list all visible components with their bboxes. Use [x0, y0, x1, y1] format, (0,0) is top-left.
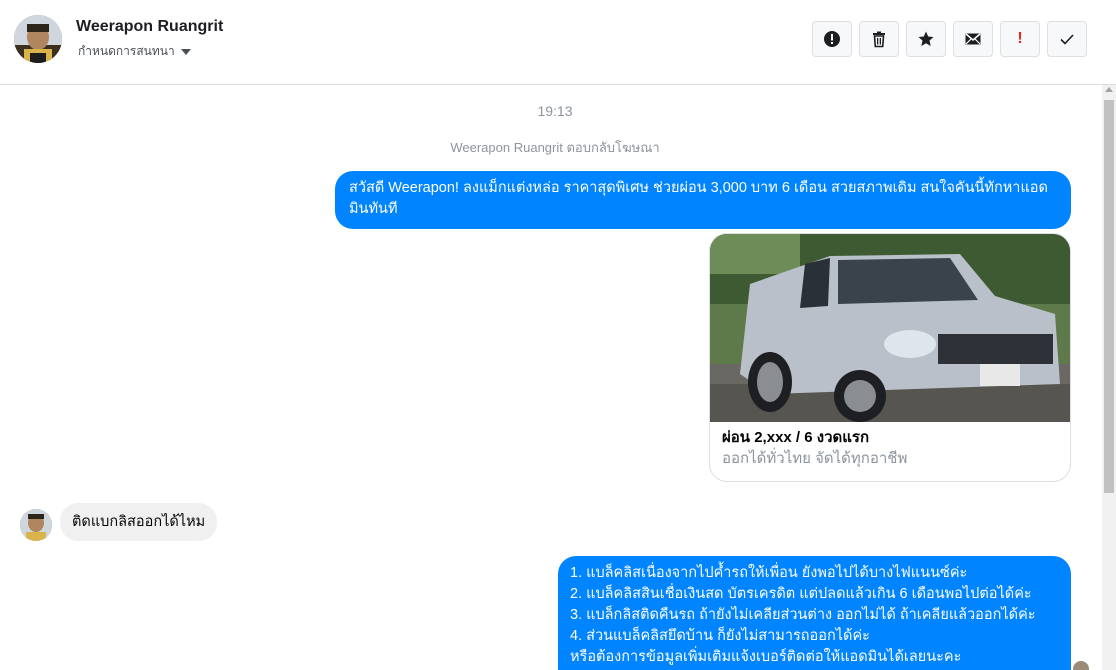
exclamation-icon: ! [1017, 30, 1023, 47]
star-icon [918, 31, 934, 46]
list-item: 3. แบล็กลิสติดคืนรถ ถ้ายังไม่เคลียส่วนต่… [570, 607, 1036, 623]
message-thread[interactable]: 19:13 Weerapon Ruangrit ตอบกลับโฆษณา สวั… [0, 85, 1102, 670]
ad-reply-notice: Weerapon Ruangrit ตอบกลับโฆษณา [450, 140, 660, 155]
contact-name[interactable]: Weerapon Ruangrit [76, 18, 223, 36]
conversation-settings-label: กำหนดการสนทนา [78, 44, 175, 58]
conversation-header: Weerapon Ruangrit กำหนดการสนทนา ! [0, 0, 1116, 85]
ad-card-subtitle: ออกได้ทั่วไทย จัดได้ทุกอาชีพ [722, 450, 908, 467]
message-timestamp: 19:13 [537, 103, 573, 119]
contact-avatar[interactable] [14, 15, 62, 63]
mark-done-button[interactable] [1047, 21, 1087, 57]
list-item: 2. แบล็คลิสสินเชื่อเงินสด บัตรเครดิต แต่… [570, 586, 1032, 602]
truck-photo [710, 234, 1070, 422]
delete-button[interactable] [859, 21, 899, 57]
trash-icon [873, 31, 885, 48]
report-button[interactable] [812, 21, 852, 57]
conversation-settings-dropdown[interactable]: กำหนดการสนทนา [78, 42, 191, 61]
outgoing-message-list[interactable]: 1. แบล็คลิสเนื่องจากไปค้ำรถให้เพื่อน ยัง… [558, 556, 1071, 670]
conversation-toolbar: ! [812, 21, 1087, 57]
read-receipt-avatar [1073, 661, 1089, 670]
incoming-message[interactable]: ติดแบกลิสออกได้ไหม [60, 503, 218, 541]
check-icon [1060, 34, 1074, 45]
outgoing-message[interactable]: สวัสดี Weerapon! ลงแม็กแต่งหล่อ ราคาสุดพ… [335, 171, 1071, 229]
spam-button[interactable]: ! [1000, 21, 1040, 57]
alert-icon [824, 31, 840, 47]
scrollbar-thumb[interactable] [1104, 100, 1114, 493]
thread-scrollbar[interactable] [1102, 85, 1116, 670]
star-button[interactable] [906, 21, 946, 57]
ad-card[interactable]: ผ่อน 2,xxx / 6 งวดแรก ออกได้ทั่วไทย จัดไ… [709, 233, 1071, 482]
contact-avatar-small [20, 509, 52, 541]
mark-unread-button[interactable] [953, 21, 993, 57]
list-item: หรือต้องการข้อมูลเพิ่มเติมแจ้งเบอร์ติดต่… [570, 649, 962, 665]
mail-icon [965, 33, 981, 45]
list-item: 4. ส่วนแบล็คลิสยึดบ้าน ก็ยังไม่สามารถออก… [570, 628, 870, 644]
caret-down-icon [180, 48, 191, 55]
list-item: 1. แบล็คลิสเนื่องจากไปค้ำรถให้เพื่อน ยัง… [570, 565, 968, 581]
scroll-up-arrow-icon[interactable] [1105, 87, 1113, 92]
